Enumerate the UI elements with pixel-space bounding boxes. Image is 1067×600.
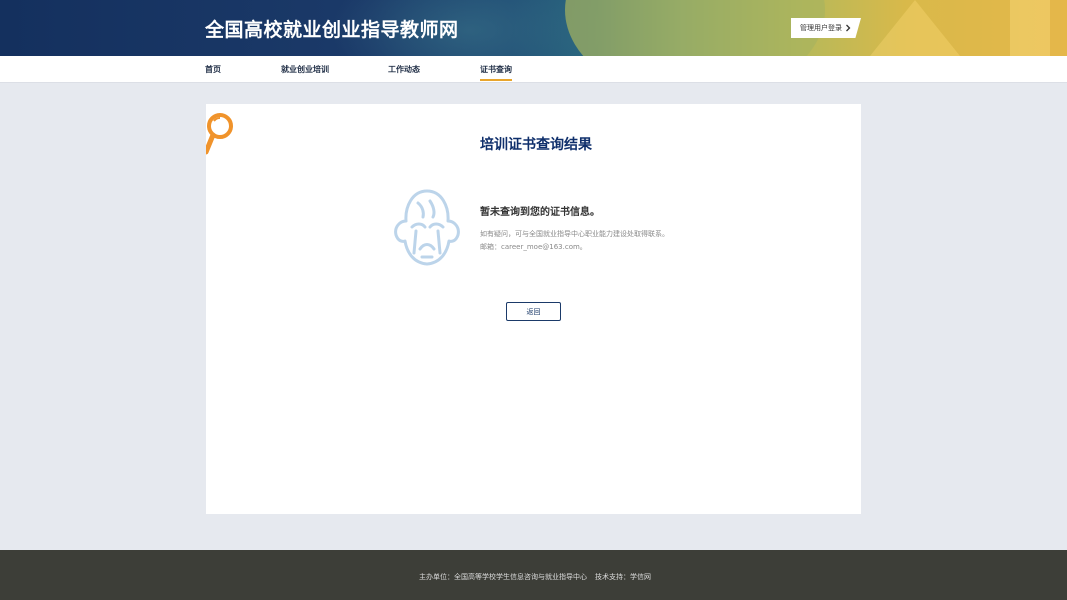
- magnifier-icon: [206, 113, 233, 155]
- header-decoration: [1010, 0, 1050, 56]
- footer-sponsor: 主办单位：全国高等学校学生信息咨询与就业指导中心: [419, 573, 587, 581]
- site-title[interactable]: 全国高校就业创业指导教师网: [205, 15, 459, 42]
- back-button[interactable]: 返回: [506, 302, 561, 321]
- header-decoration: [870, 0, 960, 56]
- help-text: 如有疑问，可与全国就业指导中心职业能力建设处取得联系。: [480, 230, 669, 238]
- nav-item-home[interactable]: 首页: [205, 64, 221, 75]
- chevron-right-icon: [846, 24, 851, 32]
- admin-login-button[interactable]: 管理用户登录: [791, 18, 861, 38]
- site-header: 全国高校就业创业指导教师网 管理用户登录: [0, 0, 1067, 56]
- page-title: 培训证书查询结果: [480, 137, 592, 153]
- footer-support: 技术支持：学信网: [595, 573, 651, 581]
- nav-item-news[interactable]: 工作动态: [388, 64, 420, 75]
- crying-mascot-icon: [394, 189, 460, 266]
- contact-email: 邮箱：career_moe@163.com。: [480, 243, 587, 251]
- header-decoration: [565, 0, 825, 56]
- nav-item-training[interactable]: 就业创业培训: [281, 64, 329, 75]
- nav-item-certificate[interactable]: 证书查询: [480, 64, 512, 81]
- site-footer: 主办单位：全国高等学校学生信息咨询与就业指导中心 技术支持：学信网: [0, 550, 1067, 600]
- main-nav: 首页 就业创业培训 工作动态 证书查询: [0, 56, 1067, 83]
- admin-login-label: 管理用户登录: [800, 24, 842, 32]
- no-result-message: 暂未查询到您的证书信息。: [480, 207, 600, 218]
